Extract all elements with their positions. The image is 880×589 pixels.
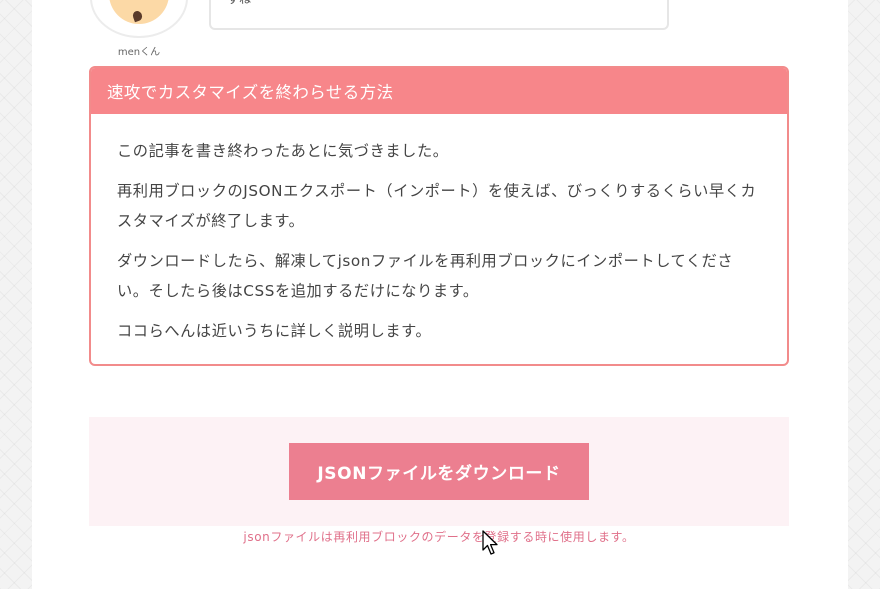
callout-header: 速攻でカスタマイズを終わらせる方法 [91,68,787,114]
article-content: menくん すね 速攻でカスタマイズを終わらせる方法 この記事を書き終わったあと… [32,0,848,589]
speech-bubble-text: すね [227,0,251,5]
mouse-pointer-icon [482,530,498,555]
avatar-name: menくん [117,47,161,58]
callout-paragraph: この記事を書き終わったあとに気づきました。 [117,142,449,160]
callout-paragraph: 再利用ブロックのJSONエクスポート（インポート）を使えば、びっくりするくらい早… [117,181,757,231]
speech-bubble: すね [209,0,669,30]
callout-paragraph: ココらへんは近いうちに詳しく説明します。 [117,321,432,340]
callout-paragraph: ダウンロードしたら、解凍してjsonファイルを再利用ブロックにインポートしてくだ… [117,251,734,301]
json-download-button[interactable]: JSONファイルをダウンロード [289,443,589,500]
callout-body: この記事を書き終わったあとに気づきました。 再利用ブロックのJSONエクスポート… [91,114,787,346]
author-avatar [90,0,188,38]
download-section: JSONファイルをダウンロード [89,417,789,526]
callout-box: 速攻でカスタマイズを終わらせる方法 この記事を書き終わったあとに気づきました。 … [89,66,789,366]
download-note: jsonファイルは再利用ブロックのデータを登録する時に使用します。 [243,530,635,544]
callout-title: 速攻でカスタマイズを終わらせる方法 [107,83,394,102]
